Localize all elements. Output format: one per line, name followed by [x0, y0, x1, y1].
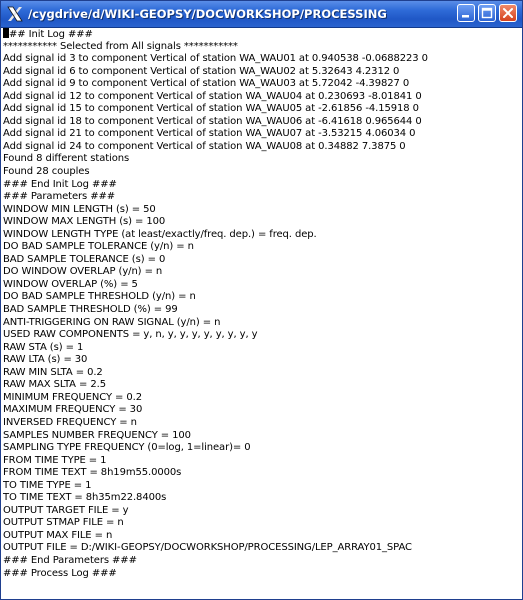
maximize-icon	[481, 7, 493, 19]
terminal-line: RAW MIN SLTA = 0.2	[3, 366, 103, 378]
terminal-line: INVERSED FREQUENCY = n	[3, 416, 137, 428]
terminal-line: OUTPUT MAX FILE = n	[3, 529, 113, 541]
terminal-line: SAMPLING TYPE FREQUENCY (0=log, 1=linear…	[3, 442, 251, 454]
terminal-line: TO TIME TYPE = 1	[3, 479, 92, 491]
terminal-line: Found 8 different stations	[3, 153, 130, 165]
terminal-line: USED RAW COMPONENTS = y, n, y, y, y, y, …	[3, 329, 258, 341]
terminal-line: OUTPUT STMAP FILE = n	[3, 517, 124, 529]
terminal-line: Add signal id 18 to component Vertical o…	[3, 115, 422, 127]
terminal-line: DO BAD SAMPLE THRESHOLD (y/n) = n	[3, 291, 196, 303]
terminal-line: OUTPUT FILE = D:/WIKI-GEOPSY/DOCWORKSHOP…	[3, 542, 412, 554]
terminal-line: *********** Selected from All signals **…	[3, 40, 238, 52]
terminal-line: SAMPLES NUMBER FREQUENCY = 100	[3, 429, 191, 441]
terminal-line: MINIMUM FREQUENCY = 0.2	[3, 391, 143, 403]
terminal-first-line-text: ## Init Log ###	[9, 29, 93, 40]
terminal-line: DO WINDOW OVERLAP (y/n) = n	[3, 266, 163, 278]
terminal-line: WINDOW MAX LENGTH (s) = 100	[3, 216, 166, 228]
terminal-line: TO TIME TEXT = 8h35m22.8400s	[3, 492, 167, 504]
terminal-line: ## Init Log ###	[2, 28, 521, 41]
terminal-output[interactable]: ## Init Log ### *********** Selected fro…	[2, 28, 521, 597]
title-bar[interactable]: /cygdrive/d/WIKI-GEOPSY/DOCWORKSHOP/PROC…	[1, 1, 522, 28]
terminal-line: ### End Parameters ###	[3, 554, 137, 566]
terminal-line: Add signal id 15 to component Vertical o…	[3, 103, 419, 115]
terminal-line: WINDOW OVERLAP (%) = 5	[3, 278, 138, 290]
terminal-line: Found 28 couples	[3, 166, 90, 178]
terminal-window: /cygdrive/d/WIKI-GEOPSY/DOCWORKSHOP/PROC…	[0, 0, 523, 600]
minimize-button[interactable]	[457, 4, 475, 22]
terminal-line: BAD SAMPLE THRESHOLD (%) = 99	[3, 304, 178, 316]
terminal-line: RAW MAX SLTA = 2.5	[3, 379, 106, 391]
terminal-line: Add signal id 24 to component Vertical o…	[3, 140, 406, 152]
close-button[interactable]	[499, 4, 517, 22]
terminal-line: FROM TIME TYPE = 1	[3, 454, 107, 466]
terminal-line: ### Process Log ###	[3, 567, 117, 579]
terminal-line: Add signal id 6 to component Vertical of…	[3, 65, 400, 77]
terminal-line: Add signal id 3 to component Vertical of…	[3, 53, 428, 65]
terminal-line: ### End Init Log ###	[3, 178, 117, 190]
terminal-line: DO BAD SAMPLE TOLERANCE (y/n) = n	[3, 241, 194, 253]
window-title: /cygdrive/d/WIKI-GEOPSY/DOCWORKSHOP/PROC…	[28, 7, 387, 21]
terminal-line: RAW STA (s) = 1	[3, 341, 84, 353]
terminal-line: OUTPUT TARGET FILE = y	[3, 504, 129, 516]
close-icon	[503, 8, 513, 18]
terminal-line: ### Parameters ###	[3, 191, 116, 203]
terminal-line: Add signal id 21 to component Vertical o…	[3, 128, 416, 140]
terminal-line: Add signal id 12 to component Vertical o…	[3, 90, 422, 102]
terminal-line: WINDOW MIN LENGTH (s) = 50	[3, 203, 156, 215]
terminal-line: Add signal id 9 to component Vertical of…	[3, 78, 410, 90]
terminal-line: WINDOW LENGTH TYPE (at least/exactly/fre…	[3, 228, 317, 240]
minimize-icon	[462, 15, 469, 18]
maximize-button[interactable]	[478, 4, 496, 22]
x-terminal-icon	[7, 6, 23, 22]
terminal-line: FROM TIME TEXT = 8h19m55.0000s	[3, 467, 182, 479]
terminal-line: MAXIMUM FREQUENCY = 30	[3, 404, 143, 416]
terminal-line: RAW LTA (s) = 30	[3, 354, 88, 366]
terminal-line: ANTI-TRIGGERING ON RAW SIGNAL (y/n) = n	[3, 316, 221, 328]
terminal-line: BAD SAMPLE TOLERANCE (s) = 0	[3, 253, 166, 265]
